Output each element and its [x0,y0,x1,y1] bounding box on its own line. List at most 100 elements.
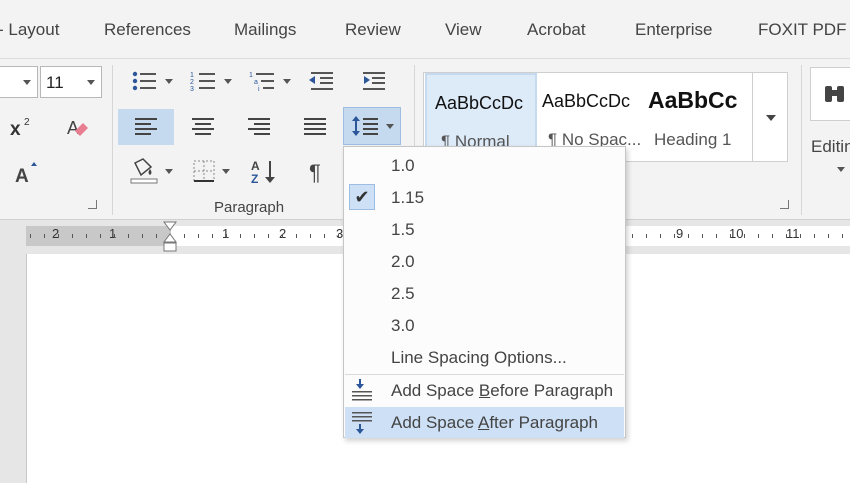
line-spacing-option-1-5[interactable]: 1.5 [345,214,624,245]
eraser-icon: A [67,118,88,138]
align-left-button[interactable] [118,109,174,145]
font-dialog-launcher[interactable] [88,200,97,209]
line-spacing-option-2-0[interactable]: 2.0 [345,246,624,277]
ruler-tick [72,234,73,238]
align-center-icon [192,118,214,135]
multilevel-list-button[interactable]: 1 a i [244,65,294,97]
ruler-tick [660,234,661,238]
tab-mailings[interactable]: Mailings [234,20,296,40]
ruler-tick [30,234,31,238]
svg-text:1: 1 [249,72,253,79]
menu-item-label: efore Paragraph [490,381,614,400]
ruler-tick [674,234,675,238]
styles-dialog-launcher[interactable] [780,200,789,209]
chevron-down-icon [224,78,232,84]
chevron-down-icon [222,168,230,174]
menu-item-label: Line Spacing Options... [391,348,567,367]
styles-gallery-more-button[interactable] [752,72,788,162]
align-left-icon [135,118,157,135]
access-key: A [477,413,490,432]
line-spacing-option-3-0[interactable]: 3.0 [345,310,624,341]
ruler-tick [688,234,689,238]
align-center-button[interactable] [182,109,224,145]
tab-view[interactable]: View [445,20,482,40]
ruler-tick [758,234,759,238]
style-heading-1[interactable]: AaBbCc Heading 1 [644,73,756,161]
svg-text:a: a [254,79,258,86]
chevron-down-icon [165,168,173,174]
ribbon-tab-bar: - Layout References Mailings Review View… [0,0,850,58]
justify-button[interactable] [294,109,336,145]
line-spacing-option-2-5[interactable]: 2.5 [345,278,624,309]
superscript-button[interactable]: x2 [4,111,38,143]
sort-az-icon: A Z [251,159,275,185]
ruler-number: 1 [109,226,117,241]
svg-text:2: 2 [24,117,30,128]
ruler-tick [786,234,787,238]
ruler-tick [184,234,185,238]
add-space-before-item[interactable]: Add Space Before Paragraph [345,375,624,406]
numbering-button[interactable]: 1 2 3 [184,65,236,97]
menu-item-label: 3.0 [391,316,415,335]
ruler-tick [156,234,157,238]
sort-button[interactable]: A Z [244,153,284,189]
indent-marker-icon[interactable] [162,220,178,254]
ruler-number: 11 [786,226,800,241]
svg-text:Z: Z [251,172,258,185]
tab-foxit-pdf[interactable]: FOXIT PDF [758,20,846,40]
svg-text:A: A [15,166,29,186]
align-right-icon [248,118,270,135]
tab-layout[interactable]: - Layout [0,20,59,40]
ruler-tick [646,234,647,238]
font-size-combo[interactable]: 11 [40,66,102,98]
bullets-button[interactable] [126,65,176,97]
svg-text:2: 2 [190,79,194,86]
binoculars-icon [825,86,844,102]
menu-item-label: 1.5 [391,220,415,239]
ruler-tick [212,234,213,238]
grow-font-button[interactable]: A [6,157,42,189]
ruler-tick [716,234,717,238]
ruler-tick [814,234,815,238]
superscript-icon: x2 [10,117,30,140]
decrease-indent-button[interactable] [302,65,340,97]
ruler-tick [142,234,143,238]
ruler-tick [198,234,199,238]
menu-item-label: 2.0 [391,252,415,271]
tab-enterprise[interactable]: Enterprise [635,20,712,40]
find-button[interactable] [810,67,850,121]
pilcrow-icon: ¶ [309,160,321,184]
shading-button[interactable] [124,153,176,189]
menu-item-label: 1.15 [391,188,425,207]
space-before-icon [352,379,372,401]
style-name: Heading 1 [654,130,732,149]
add-space-after-item[interactable]: Add Space After Paragraph [345,407,624,438]
line-spacing-button[interactable] [343,107,401,145]
space-after-icon [352,412,372,434]
clear-formatting-button[interactable]: A [56,111,96,143]
tab-references[interactable]: References [104,20,191,40]
borders-icon [193,160,215,182]
multilevel-list-icon: 1 a i [249,72,274,92]
justify-icon [304,118,326,135]
tab-acrobat[interactable]: Acrobat [527,20,586,40]
align-right-button[interactable] [238,109,280,145]
menu-item-label: fter Paragraph [489,413,598,432]
font-name-combo[interactable] [0,66,38,98]
increase-indent-button[interactable] [356,65,394,97]
chevron-down-icon [283,78,291,84]
menu-item-label: 1.0 [391,156,415,175]
editing-button[interactable]: Editing [811,137,850,172]
ruler-tick [800,234,801,238]
show-formatting-marks-button[interactable]: ¶ [298,153,338,189]
line-spacing-options-item[interactable]: Line Spacing Options... [345,342,624,373]
ruler-tick [324,234,325,238]
borders-button[interactable] [186,153,236,189]
ruler-tick [632,234,633,238]
line-spacing-option-1-0[interactable]: 1.0 [345,150,624,181]
line-spacing-option-1-15[interactable]: ✔ 1.15 [345,182,624,213]
grow-font-icon: A [15,162,37,186]
tab-review[interactable]: Review [345,20,401,40]
ruler-tick [282,234,283,238]
editing-label: Editing [811,137,850,156]
